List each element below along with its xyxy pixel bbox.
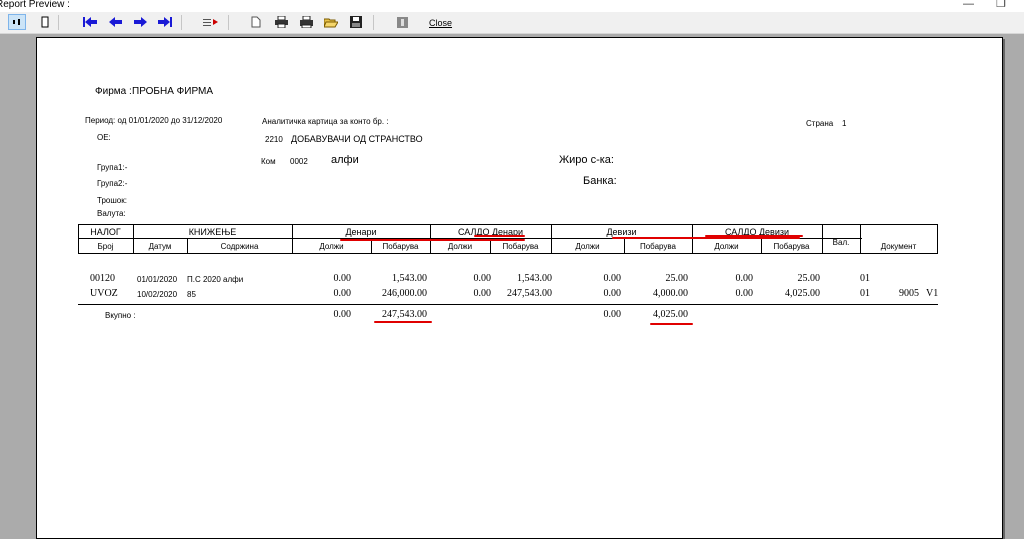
table-row-2-dok-num: 9005 — [899, 288, 919, 299]
table-row-2-broj: UVOZ — [90, 288, 118, 299]
page-label: Страна — [806, 119, 834, 128]
header-dokument: Документ — [880, 242, 917, 251]
sub-datum: Датум — [148, 242, 172, 251]
folder-open-icon — [324, 18, 338, 27]
table-row-2-val: 01 — [860, 288, 870, 299]
floppy-disk-icon — [350, 16, 362, 28]
first-page-button[interactable] — [82, 15, 98, 29]
single-page-view-button[interactable] — [8, 14, 26, 30]
last-page-icon — [158, 17, 172, 27]
kom-label: Ком — [261, 157, 276, 166]
exit-icon — [396, 16, 408, 28]
exit-preview-button[interactable] — [394, 15, 410, 29]
goto-page-button[interactable] — [203, 15, 219, 29]
grupa1-label: Група1:- — [97, 163, 128, 172]
sub-dolzi-3: Должи — [575, 242, 600, 251]
firma-label: Фирма : — [95, 86, 132, 97]
table-row-1-val: 01 — [860, 273, 870, 284]
title-bar: Report Preview : — ❐ — [0, 0, 1024, 12]
close-button[interactable]: Close — [429, 18, 452, 28]
save-button[interactable] — [348, 15, 364, 29]
table-row-2-dev-dolzi: 0.00 — [603, 288, 622, 299]
print-setup-button[interactable] — [273, 15, 289, 29]
valuta-label: Валута: — [97, 209, 126, 218]
single-page-icon — [13, 19, 20, 25]
konto-number: 2210 — [265, 135, 283, 144]
total-label: Вкупно : — [105, 311, 136, 320]
konto-name: ДОБАВУВАЧИ ОД СТРАНСТВО — [291, 134, 423, 144]
document-icon — [251, 16, 261, 28]
total-dev-pobaruva: 4,025.00 — [653, 309, 688, 320]
sub-sodrzina: Содржина — [220, 242, 259, 251]
table-row-1-dev-dolzi: 0.00 — [603, 273, 622, 284]
last-page-button[interactable] — [157, 15, 173, 29]
printer-icon — [299, 16, 313, 28]
table-row-2-dok-code: V1 — [926, 288, 939, 299]
total-dev-dolzi: 0.00 — [603, 309, 622, 320]
first-page-icon — [83, 17, 97, 27]
table-row-2-sdv-dolzi: 0.00 — [735, 288, 754, 299]
kom-name: алфи — [331, 154, 359, 166]
oe-label: ОЕ: — [97, 133, 111, 142]
toolbar: Close — [0, 12, 1024, 34]
sub-dolzi-2: Должи — [447, 242, 473, 251]
minimize-button[interactable]: — — [963, 0, 974, 10]
table-row-2-sodrzina: 85 — [187, 290, 196, 299]
sub-dolzi-4: Должи — [714, 242, 739, 251]
period-text: Период: од 01/01/2020 до 31/12/2020 — [85, 116, 223, 125]
table-row-2-sd-pobaruva: 247,543.00 — [507, 288, 552, 299]
total-den-dolzi: 0.00 — [333, 309, 352, 320]
previous-page-button[interactable] — [107, 15, 123, 29]
sub-pobaruva-2: Побарува — [502, 242, 539, 251]
sub-dolzi-1: Должи — [319, 242, 344, 251]
two-page-view-button[interactable] — [37, 15, 53, 29]
grupa2-label: Група2:- — [97, 179, 128, 188]
sub-pobaruva-4: Побарува — [773, 242, 810, 251]
page-number: 1 — [842, 119, 847, 128]
printer-setup-icon — [274, 16, 288, 28]
table-row-2-datum: 10/02/2020 — [137, 290, 178, 299]
table-row-1-den-pobaruva: 1,543.00 — [392, 273, 427, 284]
table-row-2-den-pobaruva: 246,000.00 — [382, 288, 427, 299]
trosok-label: Трошок: — [97, 196, 127, 205]
table-row-1-den-dolzi: 0.00 — [333, 273, 352, 284]
arrow-left-icon — [108, 17, 122, 27]
table-row-1-sdv-pobaruva: 25.00 — [797, 273, 821, 284]
arrow-right-icon — [133, 17, 147, 27]
table-row-2-sdv-pobaruva: 4,025.00 — [785, 288, 820, 299]
table-row-1-sd-pobaruva: 1,543.00 — [517, 273, 552, 284]
sub-broj: Број — [97, 242, 114, 251]
open-button[interactable] — [323, 15, 339, 29]
window-title: Report Preview : — [0, 0, 70, 10]
sub-pobaruva-3: Побарува — [639, 242, 676, 251]
table-row-1-datum: 01/01/2020 — [137, 275, 178, 284]
next-page-button[interactable] — [132, 15, 148, 29]
table-row-2-den-dolzi: 0.00 — [333, 288, 352, 299]
table-row-1-broj: 00120 — [90, 273, 115, 284]
giro-label: Жиро с-ка: — [559, 154, 614, 166]
firma-value: ПРОБНА ФИРМА — [132, 86, 213, 97]
table-row-1-sodrzina: П.С 2020 алфи — [187, 275, 244, 284]
goto-page-icon — [203, 19, 218, 26]
copy-button[interactable] — [248, 15, 264, 29]
header-knizenje: КНИЖЕЊЕ — [188, 227, 237, 237]
table-row-1-sdv-dolzi: 0.00 — [735, 273, 754, 284]
table-row-1-dev-pobaruva: 25.00 — [665, 273, 689, 284]
header-denari: Денари — [345, 227, 377, 237]
header-val: Вал. — [832, 238, 850, 247]
restore-button[interactable]: ❐ — [996, 0, 1006, 10]
total-den-pobaruva: 247,543.00 — [382, 309, 427, 320]
header-nalog: НАЛОГ — [90, 227, 121, 237]
kom-code: 0002 — [290, 157, 308, 166]
bank-label: Банка: — [583, 175, 617, 187]
page-icon — [41, 16, 49, 28]
print-button[interactable] — [298, 15, 314, 29]
report-page: Фирма : ПРОБНА ФИРМА Период: од 01/01/20… — [36, 37, 1003, 539]
card-title: Аналитичка картица за конто бр. : — [262, 117, 389, 126]
sub-pobaruva-1: Побарува — [382, 242, 419, 251]
table-row-2-dev-pobaruva: 4,000.00 — [653, 288, 688, 299]
